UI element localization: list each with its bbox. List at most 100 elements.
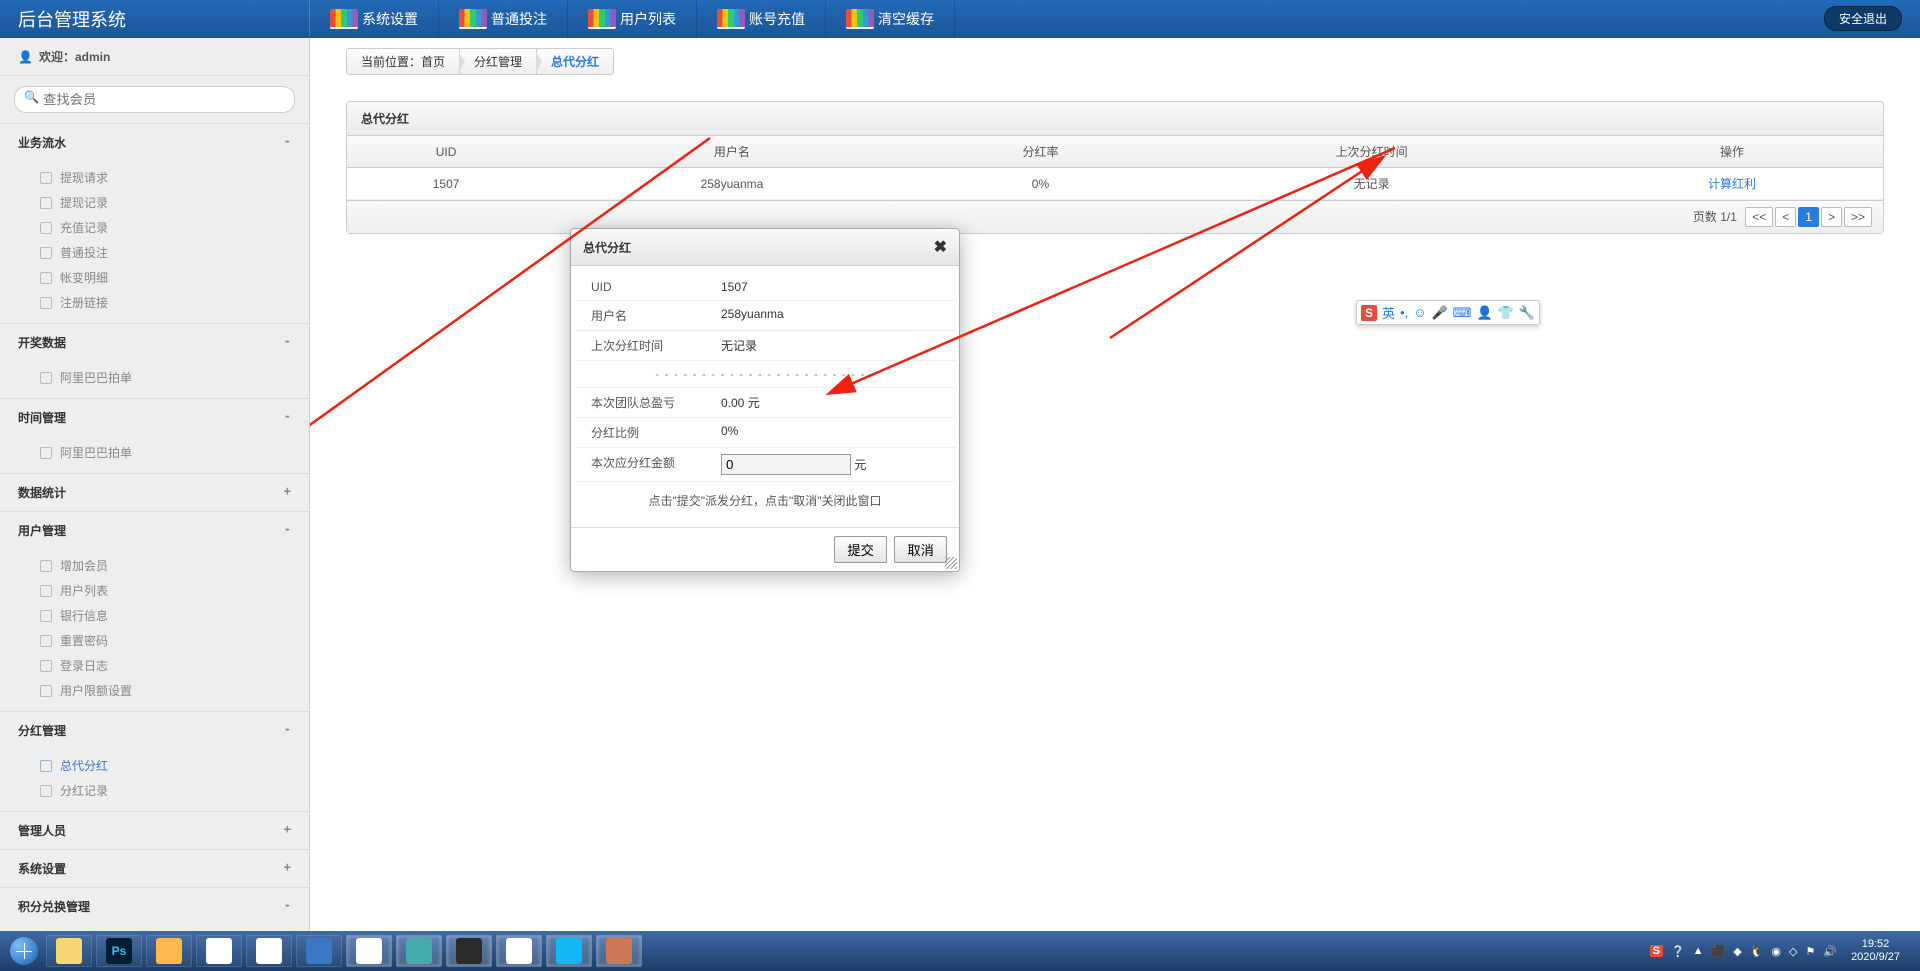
taskbar-app-baidu-cloud[interactable] xyxy=(196,935,242,967)
tray-volume-icon[interactable]: 🔊 xyxy=(1823,945,1837,958)
sidebar-item[interactable]: 总代分红 xyxy=(0,753,309,778)
ime-bar[interactable]: S 英 •, ☺ 🎤 ⌨ 👤 👕 🔧 xyxy=(1356,300,1540,325)
breadcrumb: 当前位置：首页分红管理总代分红 xyxy=(310,38,1920,85)
table-header: UID xyxy=(347,136,545,168)
sidebar-item[interactable]: 登录日志 xyxy=(0,653,309,678)
taskbar-app-photoshop[interactable]: Ps xyxy=(96,935,142,967)
ime-mic-icon[interactable]: 🎤 xyxy=(1431,305,1447,321)
topnav-item-3[interactable]: 账号充值 xyxy=(697,0,826,38)
sidebar-item[interactable]: 用户列表 xyxy=(0,578,309,603)
cancel-button[interactable]: 取消 xyxy=(894,536,947,563)
topnav-item-0[interactable]: 系统设置 xyxy=(310,0,439,38)
nav-head[interactable]: 开奖数据- xyxy=(0,324,309,361)
nav-section-title: 用户管理 xyxy=(18,522,66,539)
sidebar-item[interactable]: 充值记录 xyxy=(0,215,309,240)
pager-button[interactable]: > xyxy=(1821,207,1842,227)
taskbar-app-qq[interactable] xyxy=(546,935,592,967)
taskbar-app-app-teal[interactable] xyxy=(396,935,442,967)
sidebar-item[interactable]: 分红记录 xyxy=(0,778,309,803)
amount-input[interactable] xyxy=(721,454,851,475)
table-header: 用户名 xyxy=(545,136,919,168)
nav-head[interactable]: 分红管理- xyxy=(0,712,309,749)
tray-app3-icon[interactable]: ◇ xyxy=(1789,945,1797,958)
sidebar-item[interactable]: 注册链接 xyxy=(0,290,309,315)
taskbar-app-firefox[interactable] xyxy=(146,935,192,967)
tray-chevron-up-icon[interactable]: ▲ xyxy=(1693,945,1704,957)
sidebar-item[interactable]: 帐变明细 xyxy=(0,265,309,290)
nav-item-icon xyxy=(40,685,52,697)
pager-button[interactable]: << xyxy=(1745,207,1773,227)
nav-head[interactable]: 时间管理- xyxy=(0,399,309,436)
tray-sogou-icon[interactable]: S xyxy=(1650,945,1663,957)
safe-exit-button[interactable]: 安全退出 xyxy=(1824,6,1902,31)
system-tray[interactable]: S ❔ ▲ ⬛ ◆ 🐧 ◉ ◇ ⚑ 🔊 19:52 2020/9/27 xyxy=(1640,938,1916,964)
nav-head[interactable]: 数据统计+ xyxy=(0,474,309,511)
tray-app2-icon[interactable]: ◉ xyxy=(1771,945,1781,958)
ime-skin-icon[interactable]: 👕 xyxy=(1498,305,1514,321)
nav-head[interactable]: 用户管理- xyxy=(0,512,309,549)
start-button[interactable] xyxy=(4,931,44,971)
topnav-item-4[interactable]: 清空缓存 xyxy=(826,0,955,38)
taskbar-app-avatar[interactable] xyxy=(596,935,642,967)
topnav-item-2[interactable]: 用户列表 xyxy=(568,0,697,38)
app-icon xyxy=(256,938,282,964)
chart-icon xyxy=(459,9,487,29)
app-icon xyxy=(506,938,532,964)
sidebar-item[interactable]: 阿里巴巴拍单 xyxy=(0,365,309,390)
topnav-item-1[interactable]: 普通投注 xyxy=(439,0,568,38)
ime-emoji-icon[interactable]: ☺ xyxy=(1413,305,1426,320)
taskbar-app-app-dark[interactable] xyxy=(446,935,492,967)
taskbar-app-chrome[interactable] xyxy=(346,935,392,967)
ime-punct-icon[interactable]: •, xyxy=(1400,305,1408,320)
pager-button[interactable]: 1 xyxy=(1798,207,1819,227)
ime-mode[interactable]: 英 xyxy=(1382,303,1395,322)
sidebar-item[interactable]: 增加会员 xyxy=(0,553,309,578)
nav-item-label: 阿里巴巴拍单 xyxy=(60,444,132,461)
nav-item-label: 用户限额设置 xyxy=(60,682,132,699)
tray-clock[interactable]: 19:52 2020/9/27 xyxy=(1845,938,1906,964)
app-icon xyxy=(156,938,182,964)
tray-shield-icon[interactable]: ⬛ xyxy=(1712,945,1726,958)
dialog-header[interactable]: 总代分红 ✖ xyxy=(571,229,959,266)
submit-button[interactable]: 提交 xyxy=(834,536,887,563)
nav-head[interactable]: 积分兑换管理- xyxy=(0,888,309,925)
nav-head[interactable]: 管理人员+ xyxy=(0,812,309,849)
sidebar-item[interactable]: 阿里巴巴拍单 xyxy=(0,440,309,465)
tray-flag-icon[interactable]: ⚑ xyxy=(1805,945,1815,958)
pager-button[interactable]: >> xyxy=(1844,207,1872,227)
nav-head[interactable]: 系统设置+ xyxy=(0,850,309,887)
ime-keyboard-icon[interactable]: ⌨ xyxy=(1453,305,1472,321)
close-icon[interactable]: ✖ xyxy=(934,237,947,257)
crumb[interactable]: 分红管理 xyxy=(459,48,537,75)
taskbar-app-explorer[interactable] xyxy=(46,935,92,967)
top-nav: 系统设置普通投注用户列表账号充值清空缓存 xyxy=(310,0,955,38)
dialog-value: 0% xyxy=(721,424,939,441)
tray-app-icon[interactable]: ◆ xyxy=(1733,945,1741,958)
search-input[interactable] xyxy=(14,86,295,113)
sidebar-item[interactable]: 银行信息 xyxy=(0,603,309,628)
nav-section-7: 系统设置+ xyxy=(0,850,309,888)
dialog-resize-handle[interactable] xyxy=(945,557,957,569)
taskbar-app-app-chart[interactable] xyxy=(496,935,542,967)
calc-dividend-link[interactable]: 计算红利 xyxy=(1708,177,1756,191)
pager-text: 页数 1/1 xyxy=(1693,208,1737,225)
sidebar-item[interactable]: 重置密码 xyxy=(0,628,309,653)
sidebar-item[interactable]: 提现请求 xyxy=(0,165,309,190)
nav-section-3: 数据统计+ xyxy=(0,474,309,512)
taskbar-app-app-blue[interactable] xyxy=(296,935,342,967)
pager-button[interactable]: < xyxy=(1775,207,1796,227)
tray-help-icon[interactable]: ❔ xyxy=(1671,945,1685,958)
sidebar-item[interactable]: 用户限额设置 xyxy=(0,678,309,703)
sidebar-item[interactable]: 提现记录 xyxy=(0,190,309,215)
nav-item-label: 阿里巴巴拍单 xyxy=(60,369,132,386)
dialog-row: 分红比例0% xyxy=(575,418,955,448)
ime-tool-icon[interactable]: 🔧 xyxy=(1519,305,1535,321)
sidebar-item[interactable]: 普通投注 xyxy=(0,240,309,265)
nav-item-icon xyxy=(40,297,52,309)
ime-person-icon[interactable]: 👤 xyxy=(1476,305,1492,321)
toggle-icon: + xyxy=(284,860,291,877)
taskbar-app-browser-color[interactable] xyxy=(246,935,292,967)
nav-head[interactable]: 业务流水- xyxy=(0,124,309,161)
tray-penguin-icon[interactable]: 🐧 xyxy=(1750,945,1764,958)
crumb[interactable]: 当前位置：首页 xyxy=(346,48,460,75)
